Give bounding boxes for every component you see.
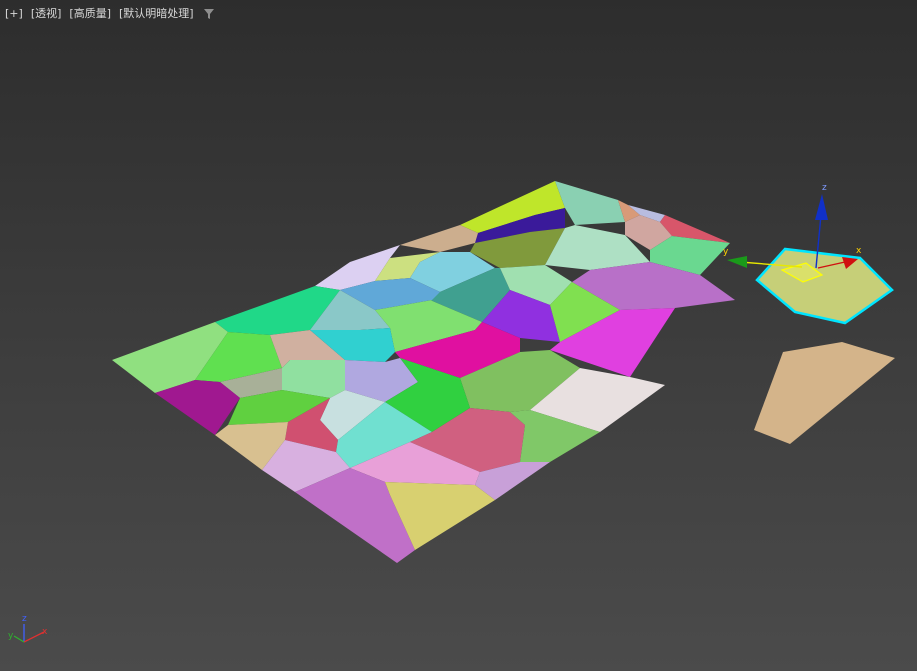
voronoi-fragment[interactable] bbox=[555, 181, 625, 225]
gizmo-y-arrow[interactable] bbox=[727, 256, 747, 268]
viewport-shading-menu[interactable]: [默认明暗处理] bbox=[118, 6, 195, 22]
gizmo-x-label: x bbox=[856, 246, 862, 256]
axis-z-label: z bbox=[22, 614, 27, 624]
viewport-view-menu[interactable]: [透视] bbox=[30, 6, 63, 22]
gizmo-y-label: y bbox=[723, 247, 729, 257]
gizmo-z-label: z bbox=[822, 183, 827, 193]
axis-x-label: x bbox=[42, 627, 48, 637]
gizmo-z-arrow[interactable] bbox=[815, 194, 828, 220]
filter-icon[interactable] bbox=[203, 8, 215, 20]
axis-y-label: y bbox=[8, 631, 14, 641]
viewport-scene[interactable] bbox=[0, 0, 917, 671]
selected-fragment[interactable] bbox=[755, 247, 894, 325]
viewport-plus-menu[interactable]: [+] bbox=[4, 6, 24, 22]
fractured-plane[interactable] bbox=[112, 181, 735, 563]
axis-tripod-icon bbox=[13, 624, 45, 643]
selected-fragment-shape[interactable] bbox=[755, 247, 894, 325]
voronoi-fragment[interactable] bbox=[400, 225, 478, 252]
perspective-viewport[interactable]: x y z x y z [+] [透视] [高质量] [默认明暗处理] bbox=[0, 0, 917, 671]
detached-fragment[interactable] bbox=[754, 342, 895, 444]
viewport-label-menu: [+] [透视] [高质量] [默认明暗处理] bbox=[4, 6, 215, 22]
viewport-quality-menu[interactable]: [高质量] bbox=[68, 6, 112, 22]
